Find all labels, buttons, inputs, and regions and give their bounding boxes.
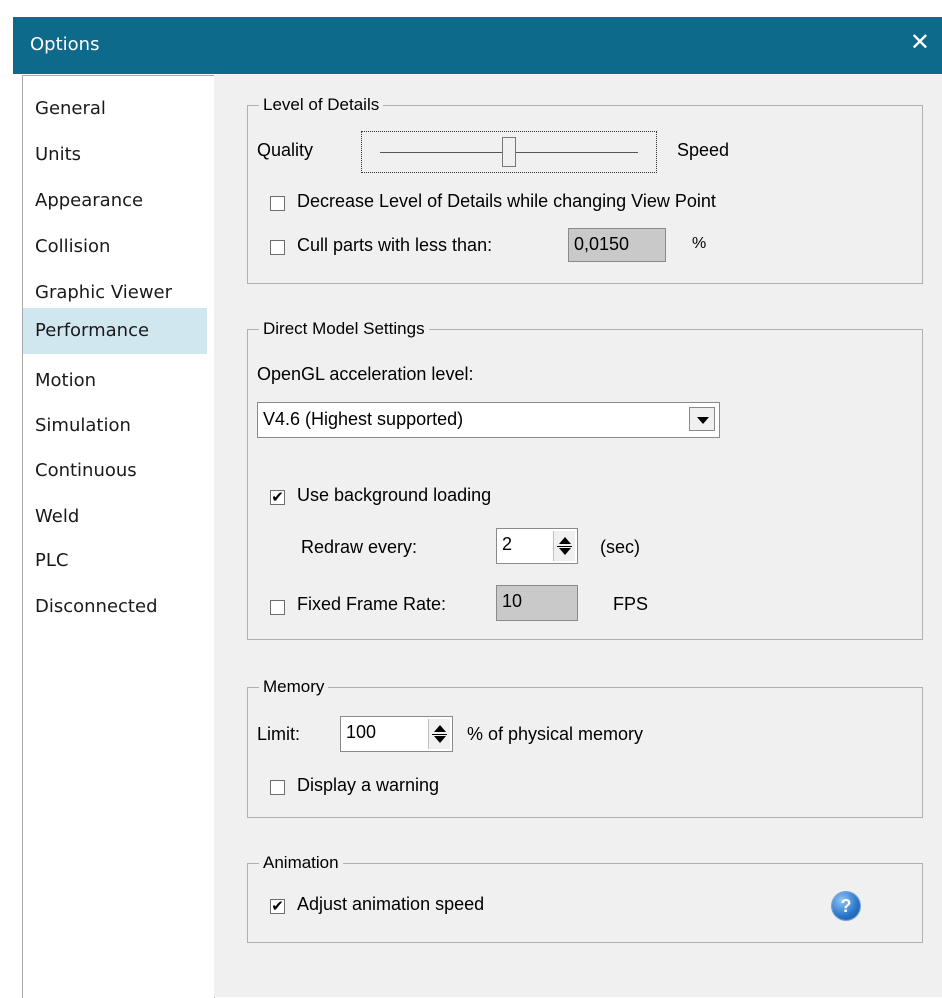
display-warning-checkbox[interactable] xyxy=(270,780,285,795)
spin-divider xyxy=(557,546,572,547)
chevron-down-icon[interactable] xyxy=(689,407,715,431)
nav-item-simulation[interactable]: Simulation xyxy=(23,403,207,449)
display-warning-label: Display a warning xyxy=(297,775,440,795)
detail-slider[interactable] xyxy=(361,131,657,173)
memory-unit-label: % of physical memory xyxy=(467,724,644,744)
spin-down-icon[interactable] xyxy=(434,736,446,743)
fps-unit: FPS xyxy=(613,594,649,614)
nav-item-disconnected[interactable]: Disconnected xyxy=(23,584,207,630)
memory-limit-label: Limit: xyxy=(257,724,301,744)
redraw-stepper[interactable]: 2 xyxy=(496,528,578,564)
spin-divider xyxy=(432,734,447,735)
cull-unit-label: % xyxy=(692,235,707,252)
cull-parts-label: Cull parts with less than: xyxy=(297,235,493,255)
redraw-unit: (sec) xyxy=(600,537,640,557)
slider-thumb[interactable] xyxy=(502,137,516,167)
memory-group: Memory Limit: 100 % of physical memory D… xyxy=(247,677,923,818)
nav-item-performance[interactable]: Performance xyxy=(23,308,207,354)
options-nav: General Units Appearance Collision Graph… xyxy=(22,75,215,998)
opengl-label: OpenGL acceleration level: xyxy=(257,364,474,384)
decrease-lod-checkbox[interactable] xyxy=(270,196,285,211)
window-title: Options xyxy=(30,34,100,55)
cull-parts-checkbox[interactable] xyxy=(270,240,285,255)
spin-down-icon[interactable] xyxy=(559,548,571,555)
spin-up-icon[interactable] xyxy=(434,725,446,732)
title-strip: Options ✕ xyxy=(13,17,942,74)
nav-item-continuous[interactable]: Continuous xyxy=(23,448,207,494)
nav-item-motion[interactable]: Motion xyxy=(23,358,207,404)
fixed-frame-checkbox[interactable] xyxy=(270,600,285,615)
redraw-label: Redraw every: xyxy=(301,537,418,557)
quality-label: Quality xyxy=(257,140,314,160)
help-icon[interactable]: ? xyxy=(832,892,860,920)
cull-threshold-field[interactable]: 0,0150 xyxy=(568,228,666,262)
adjust-animation-checkbox[interactable]: ✔ xyxy=(270,899,285,914)
opengl-level-value: V4.6 (Highest supported) xyxy=(263,409,464,429)
nav-item-units[interactable]: Units xyxy=(23,132,207,178)
title-bar: Options ✕ xyxy=(0,0,942,80)
nav-item-weld[interactable]: Weld xyxy=(23,494,207,540)
nav-item-appearance[interactable]: Appearance xyxy=(23,178,207,224)
animation-group: Animation ✔ Adjust animation speed ? xyxy=(247,853,923,943)
adjust-animation-label: Adjust animation speed xyxy=(297,894,485,914)
settings-panel: Level of Details Quality Speed Decrease … xyxy=(214,75,942,997)
nav-item-general[interactable]: General xyxy=(23,86,207,132)
spin-arrows-icon[interactable] xyxy=(428,719,450,749)
group-legend: Level of Details xyxy=(259,95,384,115)
memory-limit-value: 100 xyxy=(346,722,377,742)
nav-item-collision[interactable]: Collision xyxy=(23,224,207,270)
opengl-level-select[interactable]: V4.6 (Highest supported) xyxy=(257,402,720,438)
speed-label: Speed xyxy=(677,140,730,160)
group-legend: Memory xyxy=(259,677,329,697)
direct-model-settings-group: Direct Model Settings OpenGL acceleratio… xyxy=(247,319,923,640)
fixed-frame-label: Fixed Frame Rate: xyxy=(297,594,447,614)
background-loading-checkbox[interactable]: ✔ xyxy=(270,490,285,505)
decrease-lod-label: Decrease Level of Details while changing… xyxy=(297,191,716,211)
group-legend: Direct Model Settings xyxy=(259,319,429,339)
background-loading-label: Use background loading xyxy=(297,485,492,505)
redraw-value: 2 xyxy=(502,534,513,554)
nav-item-plc[interactable]: PLC xyxy=(23,538,207,584)
fixed-frame-field[interactable]: 10 xyxy=(496,585,578,621)
level-of-details-group: Level of Details Quality Speed Decrease … xyxy=(247,95,923,284)
spin-arrows-icon[interactable] xyxy=(553,531,575,561)
spin-up-icon[interactable] xyxy=(559,537,571,544)
close-icon[interactable]: ✕ xyxy=(910,30,930,54)
group-legend: Animation xyxy=(259,853,343,873)
memory-limit-stepper[interactable]: 100 xyxy=(340,716,453,752)
